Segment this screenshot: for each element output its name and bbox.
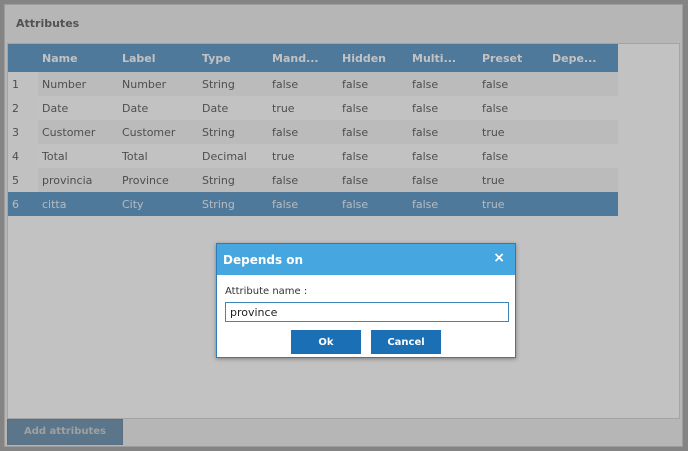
depends-on-dialog: Depends on × Attribute name : Ok Cancel — [216, 243, 516, 358]
attribute-name-label: Attribute name : — [225, 286, 308, 297]
attribute-name-input[interactable] — [225, 302, 509, 322]
dialog-header: Depends on × — [217, 244, 515, 275]
cancel-button[interactable]: Cancel — [371, 330, 441, 354]
close-icon[interactable]: × — [493, 250, 505, 266]
footer-shade — [7, 419, 123, 445]
modal-overlay — [0, 0, 688, 451]
ok-button[interactable]: Ok — [291, 330, 361, 354]
dialog-title: Depends on — [223, 253, 304, 267]
